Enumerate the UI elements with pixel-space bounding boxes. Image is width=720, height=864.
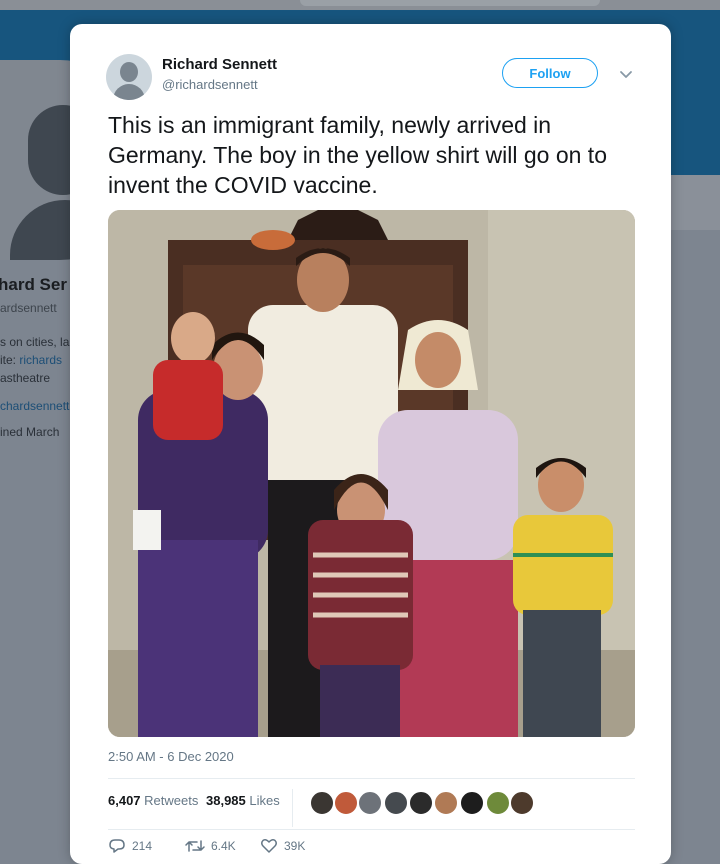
retweet-icon bbox=[185, 840, 205, 852]
tweet-card: Richard Sennett @richardsennett Follow T… bbox=[70, 24, 671, 864]
profile-theatre-link[interactable]: astheatre bbox=[0, 371, 70, 385]
liker-avatar[interactable] bbox=[510, 791, 534, 815]
retweets-label: Retweets bbox=[144, 793, 199, 808]
retweet-action[interactable]: 6.4K bbox=[185, 834, 236, 858]
divider bbox=[108, 829, 635, 830]
author-name[interactable]: Richard Sennett bbox=[162, 56, 277, 73]
like-action[interactable]: 39K bbox=[260, 834, 305, 858]
tweet-actions: 214 6.4K 39K bbox=[108, 834, 635, 862]
liker-avatar[interactable] bbox=[334, 791, 358, 815]
liker-avatar[interactable] bbox=[358, 791, 382, 815]
tweet-photo[interactable] bbox=[108, 210, 635, 737]
tweet-timestamp[interactable]: 2:50 AM - 6 Dec 2020 bbox=[108, 749, 234, 764]
liker-avatar[interactable] bbox=[310, 791, 334, 815]
liker-avatar[interactable] bbox=[409, 791, 433, 815]
follow-button[interactable]: Follow bbox=[502, 58, 598, 88]
liker-avatar[interactable] bbox=[434, 791, 458, 815]
divider bbox=[108, 778, 635, 779]
reply-count: 214 bbox=[132, 839, 153, 853]
tweet-text: This is an immigrant family, newly arriv… bbox=[108, 112, 607, 198]
like-count: 39K bbox=[284, 839, 306, 853]
liker-avatar[interactable] bbox=[486, 791, 510, 815]
heart-icon bbox=[261, 839, 277, 853]
tweet-stats: 6,407 Retweets 38,985 Likes bbox=[108, 789, 635, 829]
retweet-count: 6.4K bbox=[211, 839, 236, 853]
stats-separator bbox=[292, 789, 293, 827]
profile-website: ite: richards bbox=[0, 353, 63, 367]
profile-handle: ardsennett bbox=[0, 301, 57, 315]
liker-avatar[interactable] bbox=[460, 791, 484, 815]
likes-label: Likes bbox=[249, 793, 280, 808]
chevron-down-icon[interactable] bbox=[616, 64, 636, 84]
author-avatar[interactable] bbox=[106, 54, 152, 100]
profile-sidebar: hard Ser ardsennett s on cities, la ite:… bbox=[0, 275, 70, 439]
liker-avatar[interactable] bbox=[384, 791, 408, 815]
background-top-bar bbox=[0, 0, 720, 10]
profile-bio: s on cities, la bbox=[0, 335, 70, 349]
profile-joined: ined March bbox=[0, 425, 60, 439]
profile-url-link[interactable]: chardsennett bbox=[0, 399, 70, 413]
likes-stat[interactable]: 38,985 Likes bbox=[206, 793, 280, 808]
reply-action[interactable]: 214 bbox=[108, 834, 152, 858]
profile-website-link[interactable]: richards bbox=[19, 353, 62, 367]
retweets-stat[interactable]: 6,407 Retweets bbox=[108, 793, 198, 808]
retweets-count: 6,407 bbox=[108, 793, 141, 808]
likes-count: 38,985 bbox=[206, 793, 246, 808]
author-handle[interactable]: @richardsennett bbox=[162, 77, 258, 92]
profile-nav-strip bbox=[670, 175, 720, 230]
profile-name: hard Ser bbox=[0, 275, 67, 294]
reply-icon bbox=[109, 839, 125, 853]
